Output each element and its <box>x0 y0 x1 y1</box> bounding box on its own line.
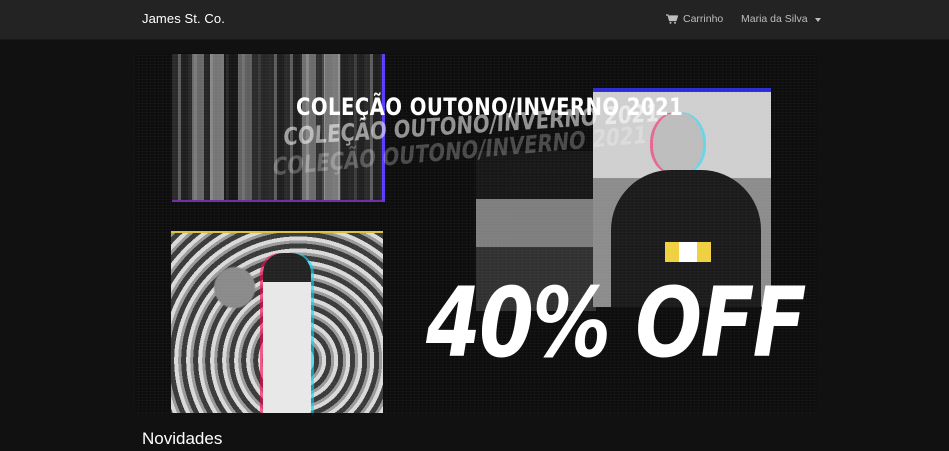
caret-down-icon <box>814 17 821 22</box>
cart-icon <box>666 14 678 24</box>
new-arrivals-heading: Novidades <box>142 429 223 448</box>
brand-link[interactable]: James St. Co. <box>142 11 225 26</box>
cart-label: Carrinho <box>683 13 724 25</box>
cart-link[interactable]: Carrinho <box>666 13 723 25</box>
promo-banner[interactable]: COLEÇÃO OUTONO/INVERNO 2021 COLEÇÃO OUTO… <box>134 53 817 413</box>
banner-discount: 40% OFF <box>426 267 806 379</box>
top-navbar: James St. Co. Carrinho Maria da Silva <box>0 0 949 40</box>
banner-title: COLEÇÃO OUTONO/INVERNO 2021 <box>296 93 684 121</box>
user-menu-dropdown[interactable]: Maria da Silva <box>741 13 821 25</box>
user-name-label: Maria da Silva <box>741 13 808 25</box>
